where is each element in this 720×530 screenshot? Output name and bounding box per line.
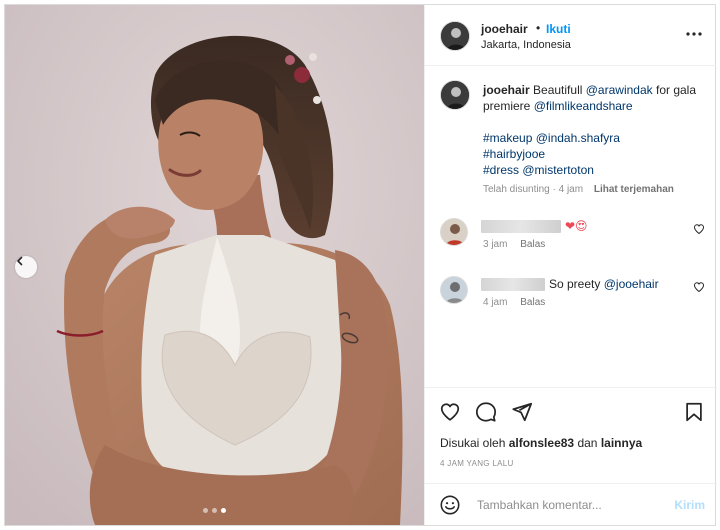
liked-by-prefix: Disukai oleh [440, 436, 506, 450]
carousel-indicator [203, 508, 226, 513]
comment-time[interactable]: 3 jam [483, 239, 507, 250]
avatar[interactable] [440, 218, 468, 246]
avatar[interactable] [440, 80, 470, 110]
caption-username[interactable]: jooehair [483, 83, 530, 97]
mention-link[interactable]: @filmlikeandshare [534, 99, 633, 113]
location-link[interactable]: Jakarta, Indonesia [481, 39, 571, 51]
bookmark-save-icon[interactable] [683, 401, 705, 423]
comment-body: So preety [549, 277, 601, 291]
comment-emoji: ❤😍 [565, 219, 588, 233]
hashtag-link[interactable]: #hairbyjooe [483, 147, 545, 161]
blurred-username [481, 220, 561, 233]
avatar-image [441, 219, 467, 245]
instagram-post: jooehair • Ikuti Jakarta, Indonesia jooe… [4, 4, 717, 526]
hashtag-link[interactable]: #makeup [483, 131, 532, 145]
liked-by-others[interactable]: lainnya [601, 436, 642, 450]
post-timestamp[interactable]: 4 JAM YANG LALU [440, 459, 514, 468]
heart-outline-icon[interactable] [693, 281, 705, 293]
carousel-prev-button[interactable] [15, 256, 37, 278]
share-send-icon[interactable] [511, 401, 533, 423]
post-comment-button[interactable]: Kirim [674, 498, 705, 512]
caption-meta: Telah disunting · 4 jam Lihat terjemahan [483, 184, 674, 195]
avatar[interactable] [440, 276, 468, 304]
carousel-dot [212, 508, 217, 513]
caption-text-1: Beautifull [533, 83, 583, 97]
more-horizontal-icon[interactable] [684, 26, 704, 42]
comment-text: So preety @jooehair [549, 277, 659, 291]
hashtag-link[interactable]: #dress [483, 163, 519, 177]
comment-time[interactable]: 4 jam [483, 297, 507, 308]
carousel-dot-active [221, 508, 226, 513]
follow-button[interactable]: Ikuti [546, 22, 571, 36]
username-link[interactable]: jooehair [481, 22, 528, 36]
heart-outline-icon[interactable] [693, 223, 705, 235]
mention-link[interactable]: @indah.shafyra [536, 131, 620, 145]
photo-illustration [5, 5, 424, 525]
avatar[interactable] [440, 21, 470, 51]
like-heart-icon[interactable] [439, 401, 461, 423]
avatar-image [441, 277, 467, 303]
carousel-dot [203, 508, 208, 513]
post-photo[interactable] [5, 5, 424, 525]
reply-button[interactable]: Balas [520, 297, 545, 308]
blurred-username [481, 278, 545, 291]
emoji-smiley-icon[interactable] [439, 494, 461, 516]
comment-bubble-icon[interactable] [475, 401, 497, 423]
edited-label: Telah disunting [483, 184, 550, 195]
add-comment-bar: Kirim [425, 483, 717, 525]
avatar-image [441, 22, 469, 50]
reply-button[interactable]: Balas [520, 239, 545, 250]
caption-time[interactable]: 4 jam [559, 184, 583, 195]
avatar-image [441, 81, 469, 109]
comment-meta: 4 jam Balas [483, 297, 545, 308]
post-header: jooehair • Ikuti Jakarta, Indonesia [425, 5, 716, 66]
liked-by-connector: dan [577, 436, 598, 450]
separator-dot: • [536, 21, 541, 35]
meta-separator: · [552, 184, 556, 195]
liked-by-text: Disukai oleh alfonslee83 dan lainnya [440, 436, 642, 450]
chevron-left-icon [17, 256, 23, 266]
comment-text: ❤😍 [565, 219, 588, 233]
mention-link[interactable]: @mistertoton [522, 163, 594, 177]
caption-text: jooehair Beautifull @arawindak for gala … [483, 82, 703, 178]
mention-link[interactable]: @jooehair [604, 277, 659, 291]
see-translation-button[interactable]: Lihat terjemahan [594, 184, 674, 195]
comment-input[interactable] [477, 495, 667, 515]
mention-link[interactable]: @arawindak [586, 83, 653, 97]
liked-by-user[interactable]: alfonslee83 [509, 436, 574, 450]
post-sidebar: jooehair • Ikuti Jakarta, Indonesia jooe… [424, 5, 717, 525]
comment-meta: 3 jam Balas [483, 239, 545, 250]
